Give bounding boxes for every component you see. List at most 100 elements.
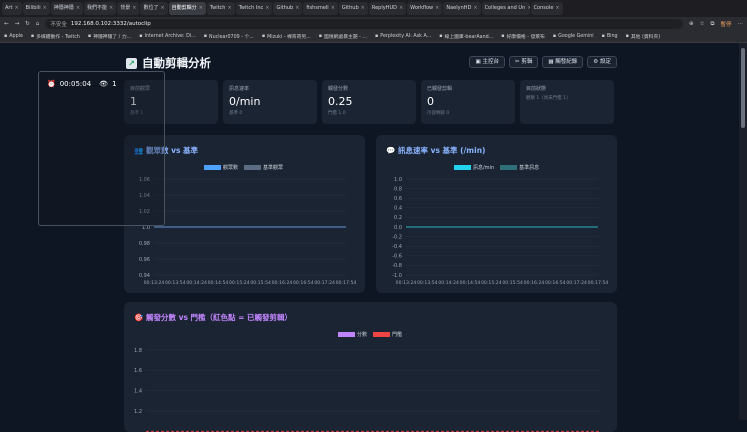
y-tick-label: 0.0 bbox=[394, 225, 402, 231]
x-tick-label: 00:15:54 bbox=[250, 280, 271, 286]
browser-tab[interactable]: 自動剪輯分 × bbox=[168, 2, 206, 15]
bookmark-icon: ▪ bbox=[30, 34, 35, 39]
browser-tab[interactable]: Twitch Inc × bbox=[235, 2, 273, 15]
browser-tab[interactable]: Workflow × bbox=[407, 2, 443, 15]
bookmark-icon: ▪ bbox=[552, 34, 557, 39]
x-tick-label: 00:16:24 bbox=[524, 280, 545, 286]
bookmark-label: Nuclear0709 - 个... bbox=[209, 35, 254, 40]
bookmark-item[interactable]: ▪ 其他 (資料夾) bbox=[626, 33, 661, 40]
browser-tab[interactable]: NaelynHD × bbox=[443, 2, 481, 15]
x-tick-label: 00:17:24 bbox=[566, 280, 587, 286]
url-field[interactable]: 不安全 192.168.0.102:3332/autoclip bbox=[45, 19, 683, 29]
bookmark-item[interactable]: ▪ Google Gemini bbox=[553, 34, 594, 39]
browser-tab[interactable]: Twitch × bbox=[206, 2, 235, 15]
close-icon[interactable]: × bbox=[76, 2, 80, 15]
extensions-icon[interactable]: ⧉ bbox=[711, 21, 715, 28]
y-tick-label: 1.0 bbox=[394, 177, 402, 183]
bookmark-item[interactable]: ▪ 線上圖庫-bearAand... bbox=[439, 33, 493, 40]
bookmark-icon: ▪ bbox=[4, 34, 8, 39]
browser-tab[interactable]: Bilibili × bbox=[22, 2, 50, 15]
tab-label: Bilibili bbox=[25, 5, 41, 11]
bookmark-item[interactable]: ▪ Apple bbox=[4, 34, 23, 39]
app-page: ↗ 自動剪輯分析 ▣ 主控台 ✂ 剪輯 ▦ 觸發紀錄 ⚙ 設定 目前觀眾 1 基準 … bbox=[0, 43, 739, 432]
browser-tab[interactable]: Github × bbox=[273, 2, 303, 15]
bookmark-item[interactable]: ▪ 好康價格 - 發萊布 bbox=[501, 33, 545, 40]
nav-button-clips[interactable]: ✂ 剪輯 bbox=[508, 56, 539, 68]
card-sub: 門檻 1.0 bbox=[328, 111, 346, 116]
bookmark-item[interactable]: ▪ Mizuki - 裸育荷另... bbox=[262, 33, 311, 40]
browser-tab[interactable]: Art × bbox=[2, 2, 22, 15]
tab-label: Console bbox=[533, 5, 554, 11]
bookmark-item[interactable]: ▪ Perplexity AI: Ask A... bbox=[375, 34, 431, 39]
bookmark-icon: ▪ bbox=[625, 34, 629, 39]
bookmark-item[interactable]: ▪ Internet Archive: Di... bbox=[139, 34, 196, 39]
browser-tab[interactable]: 我們不能 × bbox=[84, 2, 117, 15]
bookmark-label: Bing bbox=[606, 34, 618, 39]
close-icon[interactable]: × bbox=[435, 2, 439, 15]
x-tick-label: 00:14:24 bbox=[438, 280, 459, 286]
home-icon[interactable]: ⌂ bbox=[36, 21, 40, 27]
profile-button[interactable]: 暫停 bbox=[720, 20, 731, 28]
back-icon[interactable]: ← bbox=[4, 21, 9, 27]
close-icon[interactable]: × bbox=[295, 2, 299, 15]
browser-tab[interactable]: fishsmell × bbox=[303, 2, 338, 15]
x-tick-label: 00:17:24 bbox=[314, 280, 335, 286]
y-tick-label: -0.6 bbox=[392, 254, 402, 260]
close-icon[interactable]: × bbox=[361, 2, 365, 15]
card-sub: 冷卻剩餘 0 bbox=[427, 111, 450, 116]
close-icon[interactable]: × bbox=[227, 2, 231, 15]
close-icon[interactable]: × bbox=[265, 2, 269, 15]
close-icon[interactable]: × bbox=[132, 2, 136, 15]
bookmark-label: Apple bbox=[9, 34, 23, 39]
y-tick-label: 0.6 bbox=[394, 196, 402, 202]
tab-label: 自動剪輯分 bbox=[171, 5, 197, 11]
close-icon[interactable]: × bbox=[109, 2, 113, 15]
close-icon[interactable]: × bbox=[555, 2, 559, 15]
bookmark-label: 好康價格 - 發萊布 bbox=[506, 35, 545, 40]
browser-tab[interactable]: Console × bbox=[530, 2, 563, 15]
browser-tab[interactable]: 背景 × bbox=[117, 2, 140, 15]
y-tick-label: 0.4 bbox=[394, 206, 402, 212]
overlay-timer: 00:05:04 bbox=[59, 80, 92, 88]
nav-button-dashboard[interactable]: ▣ 主控台 bbox=[469, 56, 505, 68]
tab-label: NaelynHD bbox=[446, 5, 472, 11]
browser-tab[interactable]: ReplyHUD × bbox=[368, 2, 407, 15]
forward-icon[interactable]: → bbox=[15, 21, 20, 27]
close-icon[interactable]: × bbox=[473, 2, 477, 15]
bookmark-item[interactable]: ▪ Bing bbox=[602, 34, 618, 39]
y-tick-label: 1.4 bbox=[134, 388, 142, 394]
tab-label: ReplyHUD bbox=[371, 5, 397, 11]
bookmark-item[interactable]: ▪ 國稅網處暴主題 - ... bbox=[319, 33, 367, 40]
message-chart-panel: 💬 訊息速率 vs 基準 (/min) 訊息/min 基準訊息 1.0 0.8 0.… bbox=[376, 135, 617, 293]
menu-icon[interactable]: ⋯ bbox=[738, 21, 744, 27]
close-icon[interactable]: × bbox=[527, 2, 529, 15]
star-icon[interactable]: ☆ bbox=[700, 21, 705, 27]
browser-tab[interactable]: Colleges and Un × bbox=[481, 2, 530, 15]
close-icon[interactable]: × bbox=[199, 2, 203, 15]
reload-icon[interactable]: ↻ bbox=[25, 21, 30, 27]
close-icon[interactable]: × bbox=[399, 2, 403, 15]
close-icon[interactable]: × bbox=[331, 2, 335, 15]
floating-status-overlay[interactable]: ⏰ 00:05:04 👁 1 bbox=[38, 71, 165, 226]
close-icon[interactable]: × bbox=[14, 2, 18, 15]
scrollbar-thumb[interactable] bbox=[741, 48, 745, 128]
zoom-icon[interactable]: ⊕ bbox=[689, 21, 694, 27]
page-title: ↗ 自動剪輯分析 bbox=[126, 55, 211, 71]
bookmark-icon: ▪ bbox=[501, 34, 505, 39]
browser-tab[interactable]: 神隱神隱 × bbox=[50, 2, 84, 15]
browser-tab[interactable]: 數位了 × bbox=[140, 2, 168, 15]
x-tick-label: 00:14:54 bbox=[208, 280, 229, 286]
overlay-row: ⏰ 00:05:04 👁 1 bbox=[47, 80, 117, 88]
bookmark-item[interactable]: ▪ 多媒體動作 - Twitch bbox=[31, 33, 80, 40]
tab-label: 數位了 bbox=[143, 5, 159, 11]
nav-button-settings[interactable]: ⚙ 設定 bbox=[587, 56, 617, 68]
bookmark-item[interactable]: ▪ 神隱神隱了 / 力... bbox=[88, 33, 131, 40]
nav-button-triggers[interactable]: ▦ 觸發紀錄 bbox=[542, 56, 584, 68]
close-icon[interactable]: × bbox=[160, 2, 164, 15]
close-icon[interactable]: × bbox=[43, 2, 47, 15]
browser-tab[interactable]: Github × bbox=[338, 2, 368, 15]
bookmark-item[interactable]: ▪ Nuclear0709 - 个... bbox=[204, 33, 254, 40]
bookmark-icon: ▪ bbox=[261, 34, 266, 39]
tab-label: 背景 bbox=[120, 5, 131, 11]
nav-label: 觸發紀錄 bbox=[555, 59, 578, 65]
